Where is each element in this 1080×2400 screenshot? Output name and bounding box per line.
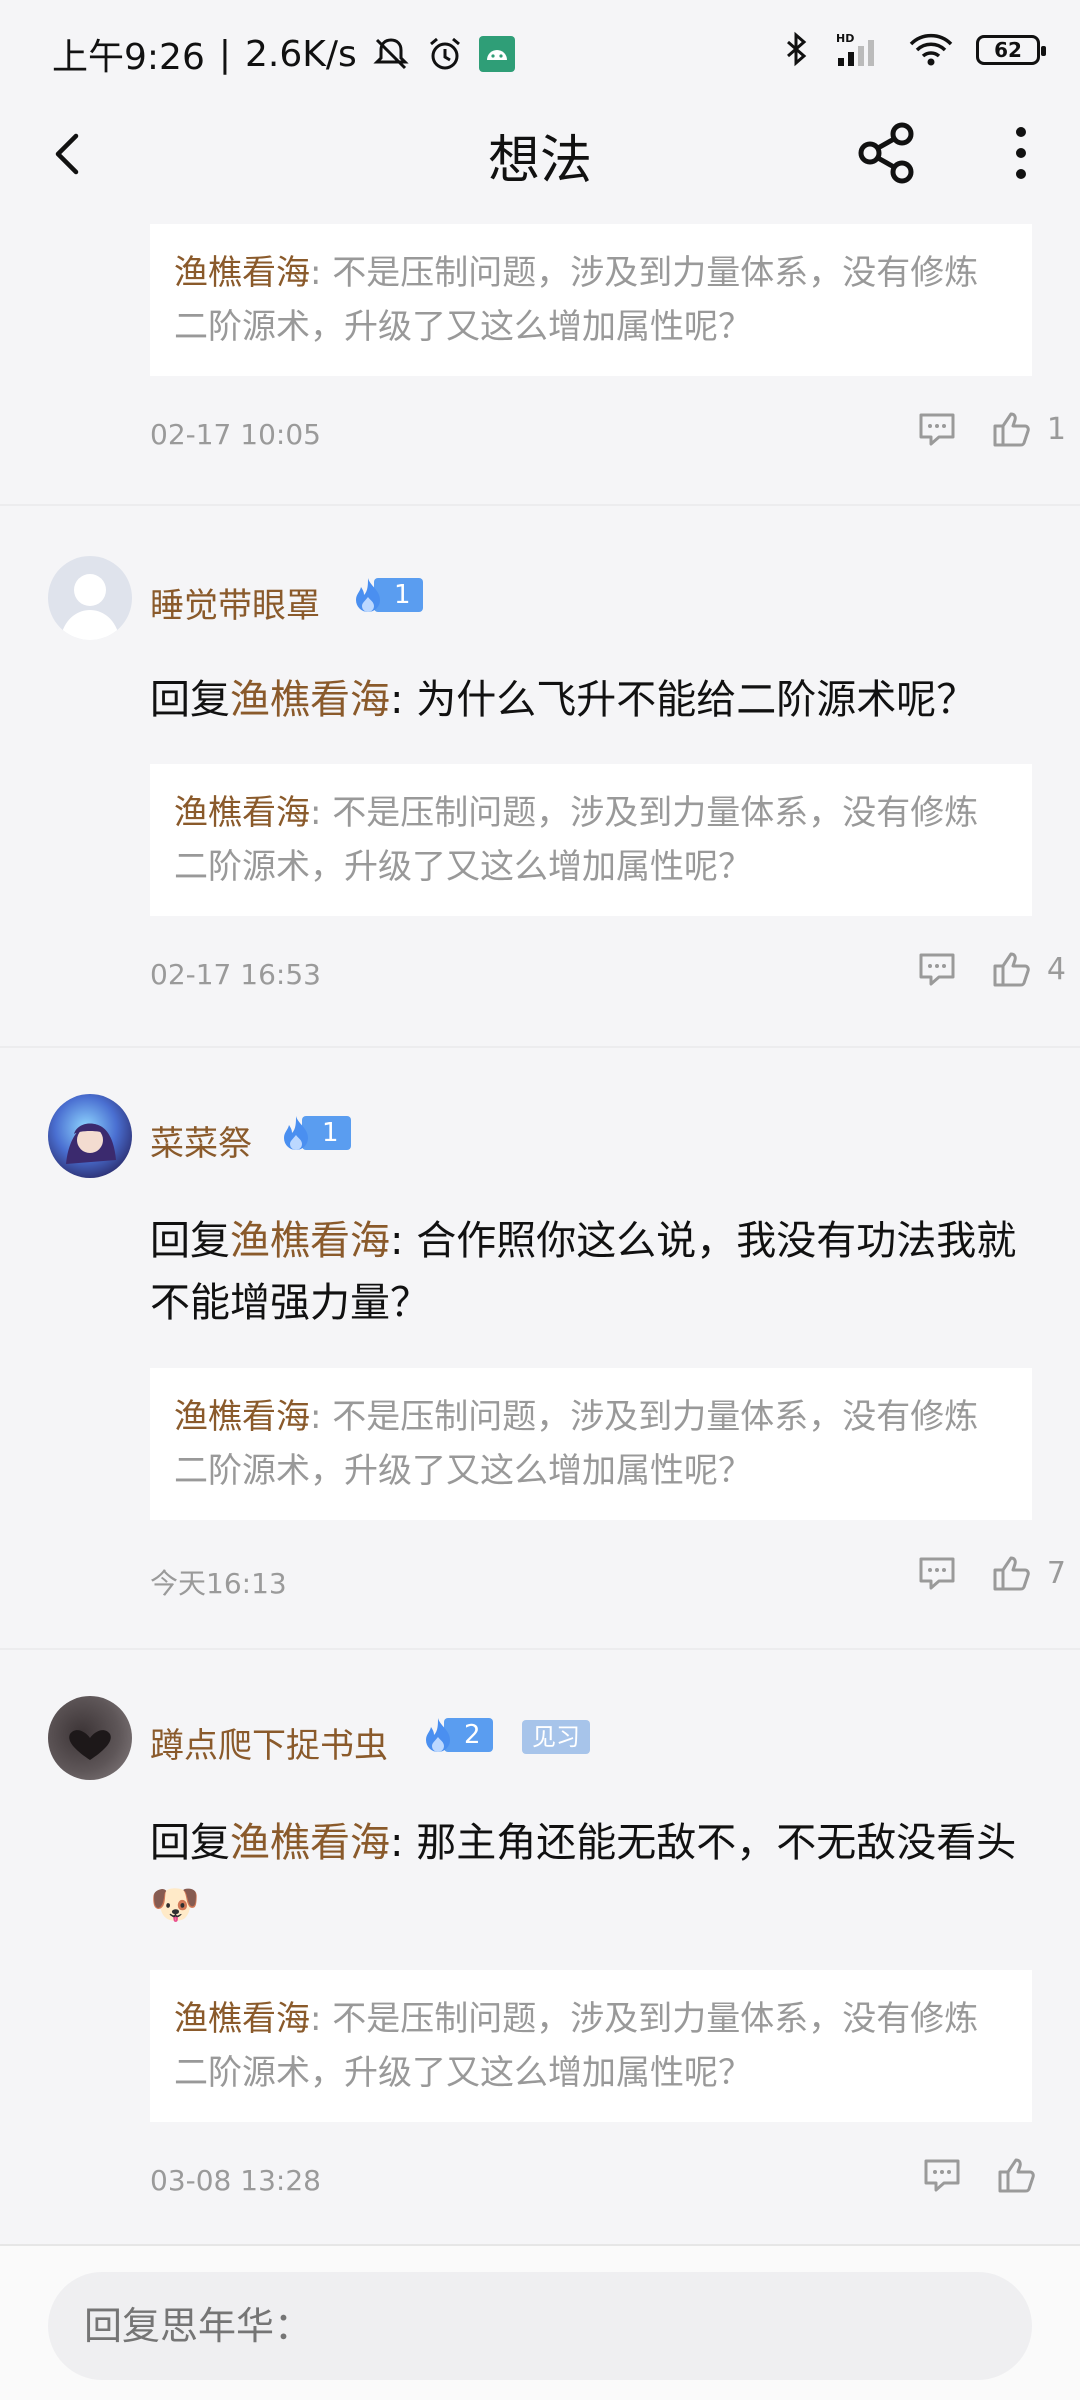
rank-tag: 见习: [522, 1720, 590, 1754]
user-avatar-image: [69, 1730, 111, 1760]
comment-item: 蹲点爬下捉书虫 2 见习 回复渔樵看海: 那主角还能无敌不，不无敌没看头🐶 渔樵…: [0, 1650, 1080, 2240]
reply-action[interactable]: [917, 951, 957, 987]
comment-time: 02-17 16:53: [150, 958, 321, 991]
like-action[interactable]: 4: [991, 950, 1066, 988]
battery-indicator: 62: [976, 35, 1046, 65]
share-icon: [858, 122, 914, 184]
reply-bar: [0, 2244, 1080, 2400]
more-vertical-icon: [1016, 127, 1026, 179]
quote-author[interactable]: 渔樵看海: [174, 1999, 310, 2039]
like-count: 7: [1046, 1555, 1066, 1591]
reply-action[interactable]: [917, 411, 957, 447]
thumbs-up-icon: [998, 2158, 1035, 2193]
avatar[interactable]: [48, 1696, 132, 1780]
reply-prefix: 回复: [150, 677, 230, 723]
quote-author[interactable]: 渔樵看海: [174, 253, 310, 293]
mute-icon: [371, 34, 411, 74]
user-avatar-image: [66, 1123, 116, 1164]
android-icon: [478, 36, 515, 72]
reply-mention[interactable]: 渔樵看海: [230, 1218, 390, 1264]
app-bar: 想法: [0, 104, 1080, 204]
reply-content: 回复渔樵看海: 那主角还能无敌不，不无敌没看头🐶: [150, 1812, 1030, 1936]
reply-action[interactable]: [922, 2157, 962, 2193]
avatar[interactable]: [48, 1094, 132, 1178]
signal-icon: HD: [834, 30, 886, 70]
comment-icon: [919, 953, 955, 986]
quote-author[interactable]: 渔樵看海: [174, 1397, 310, 1437]
reply-prefix: 回复: [150, 1218, 230, 1264]
thumbs-up-icon: [993, 1556, 1030, 1591]
status-left: 上午9:26 | 2.6K/s: [52, 28, 515, 80]
like-count: 1: [1046, 411, 1066, 447]
username[interactable]: 蹲点爬下捉书虫: [150, 1718, 388, 1767]
avatar[interactable]: [48, 556, 132, 640]
quote-author[interactable]: 渔樵看海: [174, 793, 310, 833]
level-badge: 2: [418, 1716, 493, 1754]
comment-icon: [924, 2159, 960, 2192]
default-avatar-icon: [60, 574, 120, 640]
quoted-comment[interactable]: 渔樵看海: 不是压制问题，涉及到力量体系，没有修炼二阶源术，升级了又这么增加属性…: [150, 1970, 1032, 2122]
thumbs-up-icon: [993, 412, 1030, 447]
username[interactable]: 菜菜祭: [150, 1116, 252, 1165]
status-right: HD 62: [782, 30, 1046, 70]
comment-actions: 1: [917, 410, 1066, 448]
status-time: 上午9:26: [52, 37, 205, 78]
comment-list[interactable]: 渔樵看海: 不是压制问题，涉及到力量体系，没有修炼二阶源术，升级了又这么增加属性…: [0, 204, 1080, 2244]
like-action[interactable]: [996, 2156, 1052, 2194]
username[interactable]: 睡觉带眼罩: [150, 578, 320, 627]
reply-mention[interactable]: 渔樵看海: [230, 1820, 390, 1866]
comment-time: 02-17 10:05: [150, 418, 321, 451]
reply-body: : 为什么飞升不能给二阶源术呢？: [390, 677, 977, 723]
reply-content: 回复渔樵看海: 为什么飞升不能给二阶源术呢？: [150, 669, 1030, 731]
quoted-comment[interactable]: 渔樵看海: 不是压制问题，涉及到力量体系，没有修炼二阶源术，升级了又这么增加属性…: [150, 224, 1032, 376]
comment-actions: 4: [917, 950, 1066, 988]
comment-time: 03-08 13:28: [150, 2164, 321, 2197]
wifi-icon: [908, 30, 954, 70]
comment-item: 渔樵看海: 不是压制问题，涉及到力量体系，没有修炼二阶源术，升级了又这么增加属性…: [0, 204, 1080, 506]
status-bar: 上午9:26 | 2.6K/s HD 62: [0, 0, 1080, 104]
quoted-comment[interactable]: 渔樵看海: 不是压制问题，涉及到力量体系，没有修炼二阶源术，升级了又这么增加属性…: [150, 1368, 1032, 1520]
comment-time: 今天16:13: [150, 1567, 287, 1600]
comment-actions: 7: [917, 1554, 1066, 1592]
comment-item: 菜菜祭 1 回复渔樵看海: 合作照你这么说，我没有功法我就不能增强力量？ 渔樵看…: [0, 1048, 1080, 1650]
reply-action[interactable]: [917, 1555, 957, 1591]
alarm-icon: [425, 34, 465, 74]
reply-prefix: 回复: [150, 1820, 230, 1866]
like-count: 4: [1046, 951, 1066, 987]
share-button[interactable]: [854, 120, 920, 186]
reply-mention[interactable]: 渔樵看海: [230, 677, 390, 723]
quoted-comment[interactable]: 渔樵看海: 不是压制问题，涉及到力量体系，没有修炼二阶源术，升级了又这么增加属性…: [150, 764, 1032, 916]
reply-input[interactable]: [48, 2272, 1032, 2380]
flame-icon: [284, 1116, 308, 1150]
like-action[interactable]: 7: [991, 1554, 1066, 1592]
flame-icon: [356, 578, 380, 612]
comment-icon: [919, 1557, 955, 1590]
svg-text:HD: HD: [836, 32, 854, 45]
like-action[interactable]: 1: [991, 410, 1066, 448]
bluetooth-icon: [782, 30, 812, 70]
thumbs-up-icon: [993, 952, 1030, 987]
comment-item: 睡觉带眼罩 1 回复渔樵看海: 为什么飞升不能给二阶源术呢？ 渔樵看海: 不是压…: [0, 506, 1080, 1048]
level-badge: 1: [348, 576, 423, 614]
reply-content: 回复渔樵看海: 合作照你这么说，我没有功法我就不能增强力量？: [150, 1210, 1030, 1334]
comment-icon: [919, 413, 955, 446]
network-speed: 2.6K/s: [244, 33, 357, 75]
more-button[interactable]: [996, 120, 1046, 186]
comment-actions: [922, 2156, 1052, 2194]
level-badge: 1: [276, 1114, 351, 1152]
flame-icon: [426, 1718, 450, 1752]
